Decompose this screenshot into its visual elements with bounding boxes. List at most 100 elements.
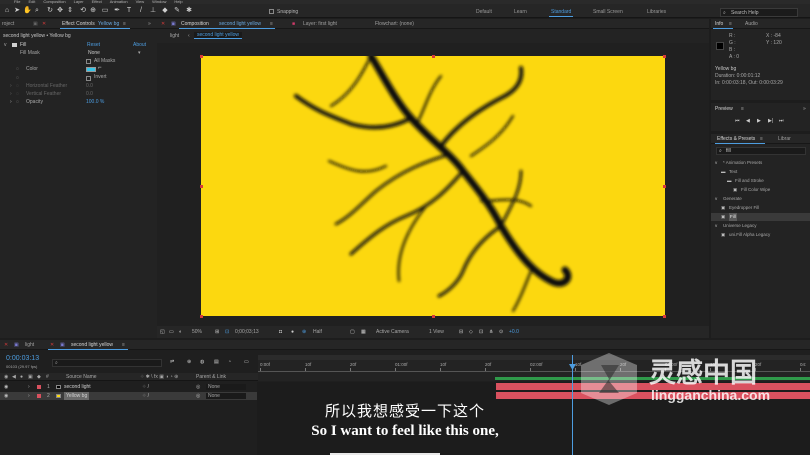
shy-layers-icon[interactable]: ◍ xyxy=(200,359,204,365)
effects-tree-item[interactable]: ▣ uni.Fill Alpha Legacy xyxy=(711,231,810,239)
layer-name[interactable]: second light xyxy=(64,383,91,391)
chevron-down-icon[interactable]: ▾ xyxy=(138,49,141,57)
camera-icon[interactable]: ◘ xyxy=(279,326,282,338)
panel-menu-icon[interactable]: ≡ xyxy=(123,21,126,27)
orbit-tool-icon[interactable]: ↻ xyxy=(46,7,54,15)
timeline-search-input[interactable]: ⌕ xyxy=(52,359,162,367)
workspace-small-screen[interactable]: Small Screen xyxy=(593,9,623,15)
current-time-display[interactable]: 0:00:03:13 xyxy=(6,355,39,362)
graph-editor-icon[interactable]: ▭ xyxy=(244,359,249,365)
tab-effect-target[interactable]: Yellow bg xyxy=(98,21,119,27)
eyedropper-icon[interactable]: ⌐ xyxy=(98,65,102,71)
rotate-tool-icon[interactable]: ⟲ xyxy=(79,7,87,15)
last-frame-icon[interactable]: ⏭ xyxy=(779,118,784,124)
effects-search-input[interactable]: ⌕ fill xyxy=(716,147,806,155)
effects-tree-item[interactable]: ▣ Fill Color Wipe xyxy=(711,186,810,194)
motion-blur-icon[interactable]: ◔ xyxy=(228,359,231,365)
roto-brush-tool-icon[interactable]: ✎ xyxy=(173,7,181,15)
chevron-right-icon[interactable]: › xyxy=(10,82,12,90)
panel-overflow-icon[interactable]: » xyxy=(148,21,151,27)
tab-project[interactable]: roject xyxy=(2,21,14,27)
transform-handle[interactable] xyxy=(200,55,203,58)
camera-dropdown[interactable]: Active Camera xyxy=(376,326,409,338)
dolly-tool-icon[interactable]: ⇕ xyxy=(66,7,74,15)
pan-tool-icon[interactable]: ✥ xyxy=(56,7,64,15)
tab-libraries[interactable]: Librar xyxy=(778,136,791,142)
workspace-learn[interactable]: Learn xyxy=(514,9,527,15)
chevron-down-icon[interactable]: v xyxy=(4,41,7,49)
all-masks-checkbox[interactable] xyxy=(86,59,91,64)
previous-frame-icon[interactable]: ◀ xyxy=(746,118,750,124)
effects-tree-item[interactable]: ▣ Eyedropper Fill xyxy=(711,204,810,212)
composition-canvas[interactable] xyxy=(201,56,665,316)
about-link[interactable]: About xyxy=(133,41,146,49)
chevron-right-icon[interactable]: › xyxy=(28,383,30,391)
monitor-icon[interactable]: ▭ xyxy=(169,326,174,338)
tab-composition[interactable]: Composition xyxy=(181,21,209,27)
selection-tool-icon[interactable]: ➤ xyxy=(13,7,21,15)
hand-tool-icon[interactable]: ✋ xyxy=(23,7,32,15)
workspace-libraries[interactable]: Libraries xyxy=(647,9,666,15)
color-channel-icon[interactable]: ● xyxy=(291,326,294,338)
pen-tool-icon[interactable]: ✒ xyxy=(113,7,121,15)
effect-fill-header[interactable]: v Fill Reset About xyxy=(0,41,157,49)
tab-comp-name[interactable]: second light yellow xyxy=(219,21,261,27)
effect-icon[interactable]: ▣ xyxy=(721,213,725,221)
zoom-dropdown[interactable]: 50% xyxy=(192,326,202,338)
transform-handle[interactable] xyxy=(200,315,203,318)
effects-tree-item[interactable]: ▣ Fill xyxy=(711,213,810,221)
transform-handle[interactable] xyxy=(663,55,666,58)
stopwatch-icon[interactable]: ◌ xyxy=(16,65,19,73)
stopwatch-icon[interactable]: ◌ xyxy=(16,82,19,90)
preset-icon[interactable]: ▣ xyxy=(733,186,737,194)
snapping-checkbox[interactable] xyxy=(269,9,274,14)
effect-icon[interactable]: ▣ xyxy=(721,204,725,212)
eraser-tool-icon[interactable]: ◆ xyxy=(161,7,169,15)
reset-link[interactable]: Reset xyxy=(87,41,100,49)
roi-icon[interactable]: ▢ xyxy=(350,326,355,338)
tab-layer[interactable]: Layer: first light xyxy=(303,21,337,27)
layout-icon[interactable]: ⊟ xyxy=(459,326,463,338)
flowchart-icon[interactable]: ⋔ xyxy=(489,326,493,338)
zoom-tool-icon[interactable]: ⌕ xyxy=(33,7,41,15)
effects-tree-item[interactable]: v Generate xyxy=(711,195,810,203)
breadcrumb-second-light-yellow[interactable]: second light yellow xyxy=(194,32,242,39)
stopwatch-icon[interactable]: ◌ xyxy=(16,74,19,82)
play-icon[interactable]: ▶ xyxy=(757,118,761,124)
workspace-default[interactable]: Default xyxy=(476,9,492,15)
fill-mask-dropdown[interactable]: None xyxy=(88,49,100,57)
effects-tree-item[interactable]: ▬ Fill and Stroke xyxy=(711,177,810,185)
folder-icon[interactable]: ▬ xyxy=(727,177,732,185)
snapshot-icon[interactable]: ⊕ xyxy=(302,326,306,338)
chevron-down-icon[interactable]: v xyxy=(715,222,717,230)
breadcrumb-light[interactable]: light xyxy=(170,33,179,39)
effect-icon[interactable]: ▣ xyxy=(721,231,725,239)
tab-effect-controls[interactable]: Effect Controls xyxy=(62,21,95,27)
audio-icon[interactable]: ◐ xyxy=(179,326,182,338)
transform-handle[interactable] xyxy=(432,55,435,58)
layer-row[interactable]: ◉ › 1 second light ⁘ / ◎ None xyxy=(0,383,258,391)
home-icon[interactable]: ⌂ xyxy=(3,7,11,15)
tab-flowchart[interactable]: Flowchart: (none) xyxy=(375,21,414,27)
grid-icon[interactable]: ⊡ xyxy=(225,326,229,338)
stopwatch-icon[interactable]: ◌ xyxy=(16,90,19,98)
col-parent[interactable]: Parent & Link xyxy=(196,374,226,380)
lock-icon[interactable]: ▣ xyxy=(33,21,38,27)
panel-menu-icon[interactable]: ≡ xyxy=(760,136,763,142)
type-tool-icon[interactable]: T xyxy=(125,7,133,15)
transform-handle[interactable] xyxy=(663,315,666,318)
rectangle-tool-icon[interactable]: ▭ xyxy=(101,7,109,15)
reset-exposure-icon[interactable]: ⊙ xyxy=(499,326,503,338)
fast-preview-icon[interactable]: ⊡ xyxy=(479,326,483,338)
workspace-standard[interactable]: Standard xyxy=(551,9,571,15)
chevron-right-icon[interactable]: › xyxy=(10,98,12,106)
close-icon[interactable]: ✕ xyxy=(42,21,46,27)
3d-icon[interactable]: ◇ xyxy=(469,326,473,338)
opacity-value[interactable]: 100.0 % xyxy=(86,98,104,106)
tab-audio[interactable]: Audio xyxy=(745,21,758,27)
fx-icon[interactable] xyxy=(12,43,17,47)
transform-handle[interactable] xyxy=(663,185,666,188)
frame-blending-icon[interactable]: ▤ xyxy=(214,359,219,365)
parent-pickwhip-icon[interactable]: ◎ xyxy=(196,383,200,391)
panel-menu-icon[interactable]: ≡ xyxy=(122,342,125,348)
